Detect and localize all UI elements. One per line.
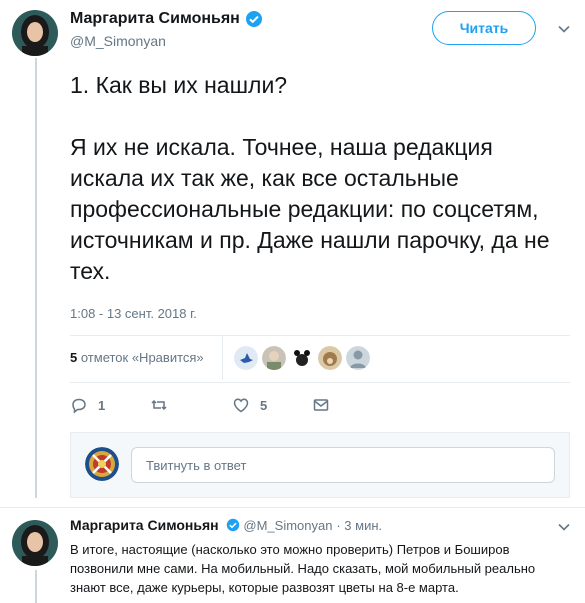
verified-icon [226,518,240,532]
avatar[interactable] [12,10,58,56]
tweet-header: Маргарита Симоньян @M_Simonyan [70,10,263,49]
divider [70,382,570,383]
dm-action[interactable] [312,396,340,414]
divider [70,335,570,336]
reply-icon [72,398,86,414]
liker-avatars [234,346,370,370]
retweet-action[interactable] [150,396,178,414]
avatar[interactable] [12,520,58,566]
like-count: 5 [260,397,268,413]
user-avatar[interactable] [346,346,370,370]
follow-button[interactable]: Читать [432,11,536,45]
reply-count: 1 [98,397,106,413]
thread-line-bottom [35,570,37,603]
chevron-down-icon[interactable] [557,520,571,534]
divider-vertical [222,336,223,380]
tweet-timestamp[interactable]: 1:08 - 13 сент. 2018 г. [70,306,197,321]
like-action[interactable]: 5 [232,396,267,414]
animal-avatar[interactable] [290,346,314,370]
heart-icon [233,398,249,413]
thread-reply-header: Маргарита Симоньян @M_Simonyan · 3 мин. [70,517,382,533]
divider [0,507,585,508]
likes-count: 5 [70,350,78,365]
bird-avatar[interactable] [234,346,258,370]
likes-label: отметок «Нравится» [80,350,204,365]
bear-avatar[interactable] [318,346,342,370]
reply-composer: Твитнуть в ответ [70,432,570,498]
thread-reply-text: В итоге, настоящие (насколько это можно … [70,542,536,595]
tweet-time[interactable]: · 3 мин. [336,518,382,533]
author-handle[interactable]: @M_Simonyan [70,33,263,49]
man-avatar[interactable] [262,346,286,370]
likes-summary[interactable]: 5 отметок «Нравится» [70,350,204,365]
author-name[interactable]: Маргарита Симоньян [70,517,219,533]
author-handle[interactable]: @M_Simonyan [243,518,332,533]
envelope-icon [313,399,329,411]
author-name[interactable]: Маргарита Симоньян [70,10,240,28]
tweet-actions: 1 5 [70,396,370,416]
chevron-down-icon[interactable] [557,22,571,36]
thread-line-top [35,58,37,498]
reply-action[interactable]: 1 [70,396,105,414]
retweet-icon [151,399,167,411]
reply-input[interactable]: Твитнуть в ответ [131,447,555,483]
tweet-text: 1. Как вы их нашли? Я их не искала. Точн… [70,72,550,284]
verified-icon [245,10,263,28]
current-user-avatar[interactable] [85,447,119,481]
